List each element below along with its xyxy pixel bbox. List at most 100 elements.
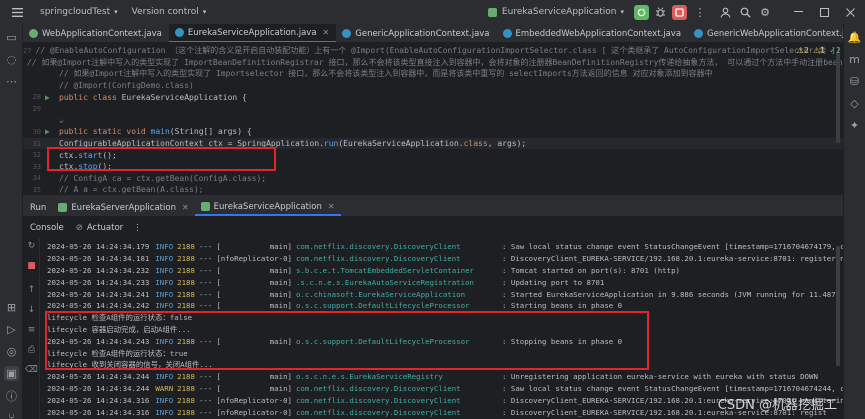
scroll-down-icon[interactable]: ↓ xyxy=(26,304,37,315)
thread-name: [ main] xyxy=(216,242,292,252)
console-timestamp: 2024-05-26 14:24:34.241 xyxy=(47,289,150,299)
commit-tool-icon[interactable]: ◌ xyxy=(4,52,19,67)
console-line: 2024-05-26 14:24:34.233 INFO 2188 ---[ main… xyxy=(47,276,608,288)
debug-icon xyxy=(656,6,665,17)
notifications-tool-icon[interactable]: 🔔 xyxy=(847,30,862,45)
problems-tool-icon[interactable]: ⓘ xyxy=(4,388,19,403)
restart-button[interactable] xyxy=(634,4,649,20)
tab-generic-web-application-context[interactable]: GenericWebApplicationContext.java xyxy=(688,24,843,42)
watermark: CSDN @机器挖掘工 xyxy=(717,398,837,413)
close-tab-icon[interactable]: ✕ xyxy=(182,203,189,212)
thread-name: [ main] xyxy=(216,289,292,299)
console-timestamp: 2024-05-26 14:24:34.243 xyxy=(47,336,150,346)
console-toolbar: Console ⊘ Actuator ⋮ xyxy=(23,219,843,236)
run-tool-icon[interactable]: ▷ xyxy=(4,322,19,337)
console-output[interactable]: 2024-05-26 14:24:34.179 INFO 2188 ---[ main… xyxy=(47,240,843,419)
logger-name: com.netflix.discovery.DiscoveryClient xyxy=(295,407,461,417)
console-scrollbar[interactable] xyxy=(836,246,840,366)
ai-assistant-tool-icon[interactable]: ✦ xyxy=(847,118,862,133)
right-tool-strip: 🔔 m ⛁ ◇ ✦ xyxy=(843,24,865,419)
maximize-icon[interactable] xyxy=(811,2,837,22)
run-gutter-icon[interactable]: ▶ xyxy=(45,127,59,136)
soft-wrap-icon[interactable]: ≡ xyxy=(26,324,37,335)
vcs-selector[interactable]: Version control ▾ xyxy=(132,2,207,22)
git-tool-icon[interactable]: ⑂ xyxy=(4,410,19,419)
run-tab-label: EurekaServiceApplication xyxy=(213,201,322,212)
project-selector[interactable]: springcloudTest ▾ xyxy=(40,2,118,22)
clear-icon[interactable]: ⌫ xyxy=(25,364,38,375)
settings-icon[interactable]: ⚙ xyxy=(755,2,775,22)
tab-web-application-context[interactable]: WebApplicationContext.java xyxy=(23,24,169,42)
profile-icon[interactable] xyxy=(715,2,735,22)
terminal-tool-icon[interactable]: ▣ xyxy=(4,366,19,381)
separator: --- xyxy=(198,336,213,346)
tab-generic-application-context[interactable]: GenericApplicationContext.java xyxy=(336,24,496,42)
database-tool-icon[interactable]: ⛁ xyxy=(847,74,862,89)
close-tab-icon[interactable]: ✕ xyxy=(323,28,330,37)
logger-name: com.netflix.discovery.DiscoveryClient xyxy=(295,395,461,405)
run-gutter-icon[interactable]: ▶ xyxy=(45,93,59,102)
log-level: INFO xyxy=(155,254,174,264)
search-icon[interactable] xyxy=(735,2,755,22)
code-line: 34// ConfigA ca = ctx.getBean(ConfigA.cl… xyxy=(32,173,267,183)
structure-tool-icon[interactable]: ⋯ xyxy=(4,74,19,89)
stop-button[interactable] xyxy=(672,4,687,20)
editor-scrollbar[interactable] xyxy=(836,53,840,143)
gradle-tool-icon[interactable]: ◇ xyxy=(847,96,862,111)
more-icon[interactable]: ⋮ xyxy=(691,2,709,22)
log-message: : Tomcat started on port(s): 8701 (http) xyxy=(501,265,680,275)
logger-name: com.netflix.discovery.DiscoveryClient xyxy=(295,254,461,264)
tab-embedded-web-application-context[interactable]: EmbeddedWebApplicationContext.java xyxy=(497,24,689,42)
stop-icon[interactable]: ■ xyxy=(26,260,37,271)
console-line: 2024-05-26 14:24:34.244 INFO 2188 ---[ main… xyxy=(47,371,822,383)
hamburger-menu-icon[interactable] xyxy=(8,2,26,22)
tab-actuator[interactable]: ⊘ Actuator xyxy=(70,219,129,236)
inspection-widget[interactable]: ⚠2 ⚠1 ✓2 xyxy=(797,46,841,55)
maven-tool-icon[interactable]: m xyxy=(847,52,862,67)
log-message: : Saw local status change event StatusCh… xyxy=(501,242,843,252)
minimize-icon[interactable] xyxy=(785,2,811,22)
code-line: 32 ctx.start(); xyxy=(32,150,117,160)
log-message: : Updating port to 8701 xyxy=(501,277,605,287)
close-tab-icon[interactable]: ✕ xyxy=(328,202,335,211)
more-icon[interactable]: ⋮ xyxy=(133,223,142,233)
project-tool-icon[interactable]: ▭ xyxy=(4,30,19,45)
log-level: INFO xyxy=(155,277,174,287)
warning-count: ⚠2 xyxy=(796,46,809,55)
scroll-up-icon[interactable]: ↑ xyxy=(26,284,37,295)
separator: --- xyxy=(198,289,213,299)
run-config-selector[interactable]: EurekaServiceApplication ▾ xyxy=(487,2,624,22)
console-line: 2024-05-26 14:24:34.181 INFO 2188 --- [nfoRe… xyxy=(47,253,843,265)
code-line: 27// @EnableAutoConfiguration （这个注解的含义是开… xyxy=(23,46,843,56)
run-tab-eureka-server[interactable]: EurekaServerApplication ✕ xyxy=(52,199,194,216)
thread-name: [ main] xyxy=(216,277,292,287)
console-text: lifecycle 检查A组件的运行状态：false xyxy=(47,313,193,323)
services-tool-icon[interactable]: ◎ xyxy=(4,344,19,359)
logger-name: o.s.c.support.DefaultLifecycleProcessor xyxy=(295,336,470,346)
thread-name: [nfoReplicator-0] xyxy=(216,407,292,417)
console-timestamp: 2024-05-26 14:24:34.232 xyxy=(47,265,150,275)
separator: --- xyxy=(198,242,213,252)
close-icon[interactable] xyxy=(837,2,863,22)
rerun-icon[interactable]: ↻ xyxy=(26,240,37,251)
tab-eureka-service-application[interactable]: EurekaServiceApplication.java ✕ xyxy=(168,24,337,42)
log-level: INFO xyxy=(155,395,174,405)
print-icon[interactable]: ⎙ xyxy=(26,344,37,355)
logger-name: o.s.c.support.DefaultLifecycleProcessor xyxy=(295,301,470,311)
chevron-down-icon: ▾ xyxy=(620,8,624,16)
thread-name: [nfoReplicator-0] xyxy=(216,395,292,405)
main-method-declaration: public static void main(String[] args) { xyxy=(59,127,252,137)
separator: --- xyxy=(198,372,213,382)
plugins-tool-icon[interactable]: ⊞ xyxy=(4,300,19,315)
run-tab-eureka-service[interactable]: EurekaServiceApplication ✕ xyxy=(194,199,341,216)
log-message: : Saw local status change event StatusCh… xyxy=(501,383,843,393)
console-line: 2024-05-26 14:24:34.242 INFO 2188 ---[ main… xyxy=(47,300,626,312)
code-editor[interactable]: 27// @EnableAutoConfiguration （这个注解的含义是开… xyxy=(23,43,843,195)
tab-console[interactable]: Console xyxy=(23,219,70,236)
debug-button[interactable] xyxy=(653,5,668,20)
logger-name: com.netflix.discovery.DiscoveryClient xyxy=(295,383,461,393)
console-line: 2024-05-26 14:24:34.241 INFO 2188 ---[ main… xyxy=(47,288,843,300)
console-line: lifecycle 检查A组件的运行状态：false xyxy=(47,312,192,324)
thread-name: [ main] xyxy=(216,265,292,275)
class-file-icon xyxy=(342,29,352,38)
